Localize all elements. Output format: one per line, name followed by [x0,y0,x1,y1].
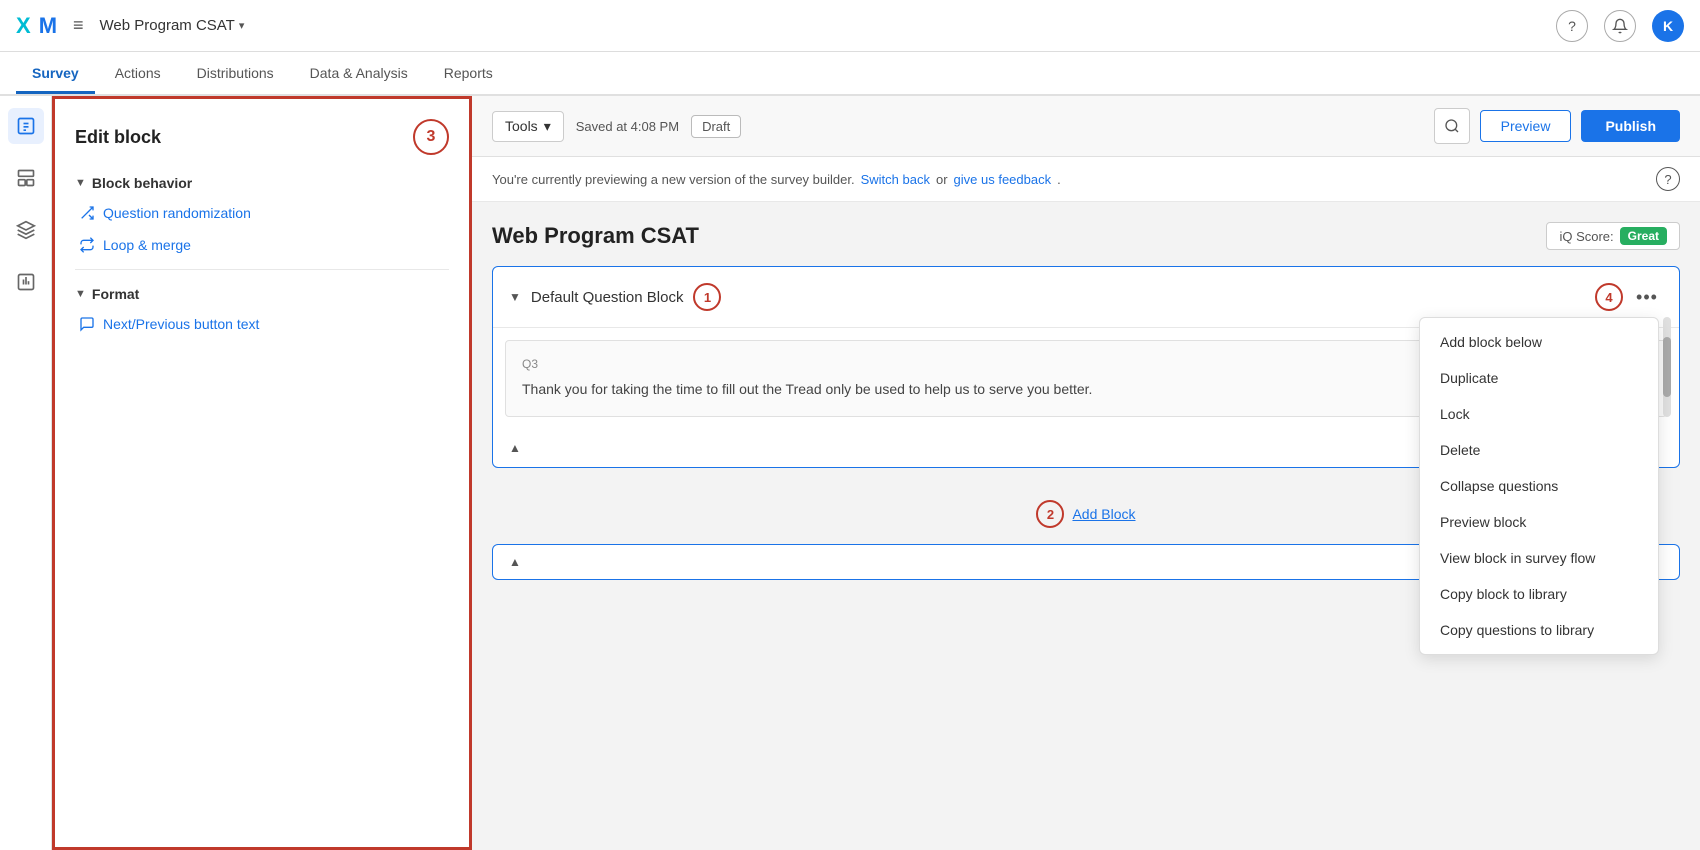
iq-score-badge: iQ Score: Great [1546,222,1680,250]
survey-title: Web Program CSAT [492,223,699,249]
add-block-link[interactable]: Add Block [1072,506,1135,522]
help-icon-button[interactable]: ? [1556,10,1588,42]
sidebar-icons [0,96,52,850]
sidebar-icon-style[interactable] [8,212,44,248]
iq-score-value: Great [1620,227,1667,245]
format-header[interactable]: ▼ Format [75,286,449,302]
badge-4: 4 [1595,283,1623,311]
badge-1: 1 [693,283,721,311]
top-navigation: XM ≡ Web Program CSAT ▾ ? K [0,0,1700,52]
format-chevron: ▼ [75,288,86,300]
tab-distributions[interactable]: Distributions [181,55,290,94]
badge-2: 2 [1036,500,1064,528]
sidebar-icon-layout[interactable] [8,160,44,196]
menu-item-duplicate[interactable]: Duplicate [1420,360,1658,396]
block-collapse-chevron[interactable]: ▼ [509,290,521,304]
menu-item-copy-to-library[interactable]: Copy block to library [1420,576,1658,612]
page-title: Web Program CSAT ▾ [100,17,245,34]
main-content: Tools ▾ Saved at 4:08 PM Draft Preview P… [472,96,1700,850]
block-up-chevron[interactable]: ▲ [509,441,521,455]
survey-title-row: Web Program CSAT iQ Score: Great [492,222,1680,250]
tools-label: Tools [505,118,538,134]
next-previous-link[interactable]: Next/Previous button text [75,316,449,332]
tab-bar: Survey Actions Distributions Data & Anal… [0,52,1700,96]
loop-icon [79,237,95,253]
toolbar: Tools ▾ Saved at 4:08 PM Draft Preview P… [472,96,1700,157]
block-scrollbar-thumb [1663,337,1671,397]
main-layout: Edit block 3 ▼ Block behavior Question r… [0,96,1700,850]
logo-m: M [39,13,57,39]
menu-item-view-in-survey-flow[interactable]: View block in survey flow [1420,540,1658,576]
randomize-icon [79,205,95,221]
hamburger-icon[interactable]: ≡ [73,15,84,36]
tools-button[interactable]: Tools ▾ [492,111,564,142]
sidebar-icon-chart[interactable] [8,264,44,300]
question-randomization-label: Question randomization [103,205,251,221]
block-scrollbar[interactable] [1663,317,1671,417]
block-actions-right: 4 ••• [1595,281,1663,313]
tools-chevron-icon: ▾ [544,118,551,135]
search-button[interactable] [1434,108,1470,144]
question-randomization-link[interactable]: Question randomization [75,205,449,221]
block-context-menu: Add block below Duplicate Lock Delete Co… [1419,317,1659,655]
loop-merge-link[interactable]: Loop & merge [75,237,449,253]
badge-3: 3 [413,119,449,155]
block-menu-button[interactable]: ••• [1631,281,1663,313]
tab-actions[interactable]: Actions [99,55,177,94]
loop-merge-label: Loop & merge [103,237,191,253]
block-behavior-chevron: ▼ [75,177,86,189]
tab-data-analysis[interactable]: Data & Analysis [294,55,424,94]
button-text-icon [79,316,95,332]
menu-item-lock[interactable]: Lock [1420,396,1658,432]
menu-item-preview-block[interactable]: Preview block [1420,504,1658,540]
saved-status: Saved at 4:08 PM [576,119,679,134]
search-icon [1444,118,1460,134]
notification-bell-button[interactable] [1604,10,1636,42]
menu-item-add-block-below[interactable]: Add block below [1420,324,1658,360]
question-block: ▼ Default Question Block 1 4 ••• Q3 Than… [492,266,1680,468]
logo-x: X [16,13,31,39]
give-feedback-link[interactable]: give us feedback [954,172,1052,187]
edit-panel-title: Edit block [75,127,161,148]
nav-right-actions: ? K [1556,10,1684,42]
title-chevron-icon[interactable]: ▾ [239,19,245,32]
user-avatar[interactable]: K [1652,10,1684,42]
info-text: You're currently previewing a new versio… [492,172,855,187]
info-bar: You're currently previewing a new versio… [472,157,1700,202]
survey-content: Web Program CSAT iQ Score: Great ▼ Defau… [472,202,1700,850]
period: . [1057,172,1061,187]
block-title: Default Question Block [531,289,684,306]
or-text: or [936,172,948,187]
next-previous-label: Next/Previous button text [103,316,259,332]
preview-button[interactable]: Preview [1480,110,1572,142]
iq-score-label: iQ Score: [1559,229,1613,244]
logo[interactable]: XM [16,13,57,39]
edit-panel-header: Edit block 3 [75,119,449,155]
section-divider-1 [75,269,449,270]
draft-badge: Draft [691,115,741,138]
menu-item-delete[interactable]: Delete [1420,432,1658,468]
toolbar-right: Preview Publish [1434,108,1680,144]
bottom-block-up-chevron[interactable]: ▲ [509,555,521,569]
block-behavior-label: Block behavior [92,175,192,191]
block-behavior-header[interactable]: ▼ Block behavior [75,175,449,191]
publish-button[interactable]: Publish [1581,110,1680,142]
switch-back-link[interactable]: Switch back [861,172,930,187]
sidebar-icon-survey[interactable] [8,108,44,144]
tab-reports[interactable]: Reports [428,55,509,94]
edit-panel: Edit block 3 ▼ Block behavior Question r… [52,96,472,850]
menu-item-collapse-questions[interactable]: Collapse questions [1420,468,1658,504]
format-label: Format [92,286,139,302]
info-help-icon[interactable]: ? [1656,167,1680,191]
tab-survey[interactable]: Survey [16,55,95,94]
menu-item-copy-questions-library[interactable]: Copy questions to library [1420,612,1658,648]
